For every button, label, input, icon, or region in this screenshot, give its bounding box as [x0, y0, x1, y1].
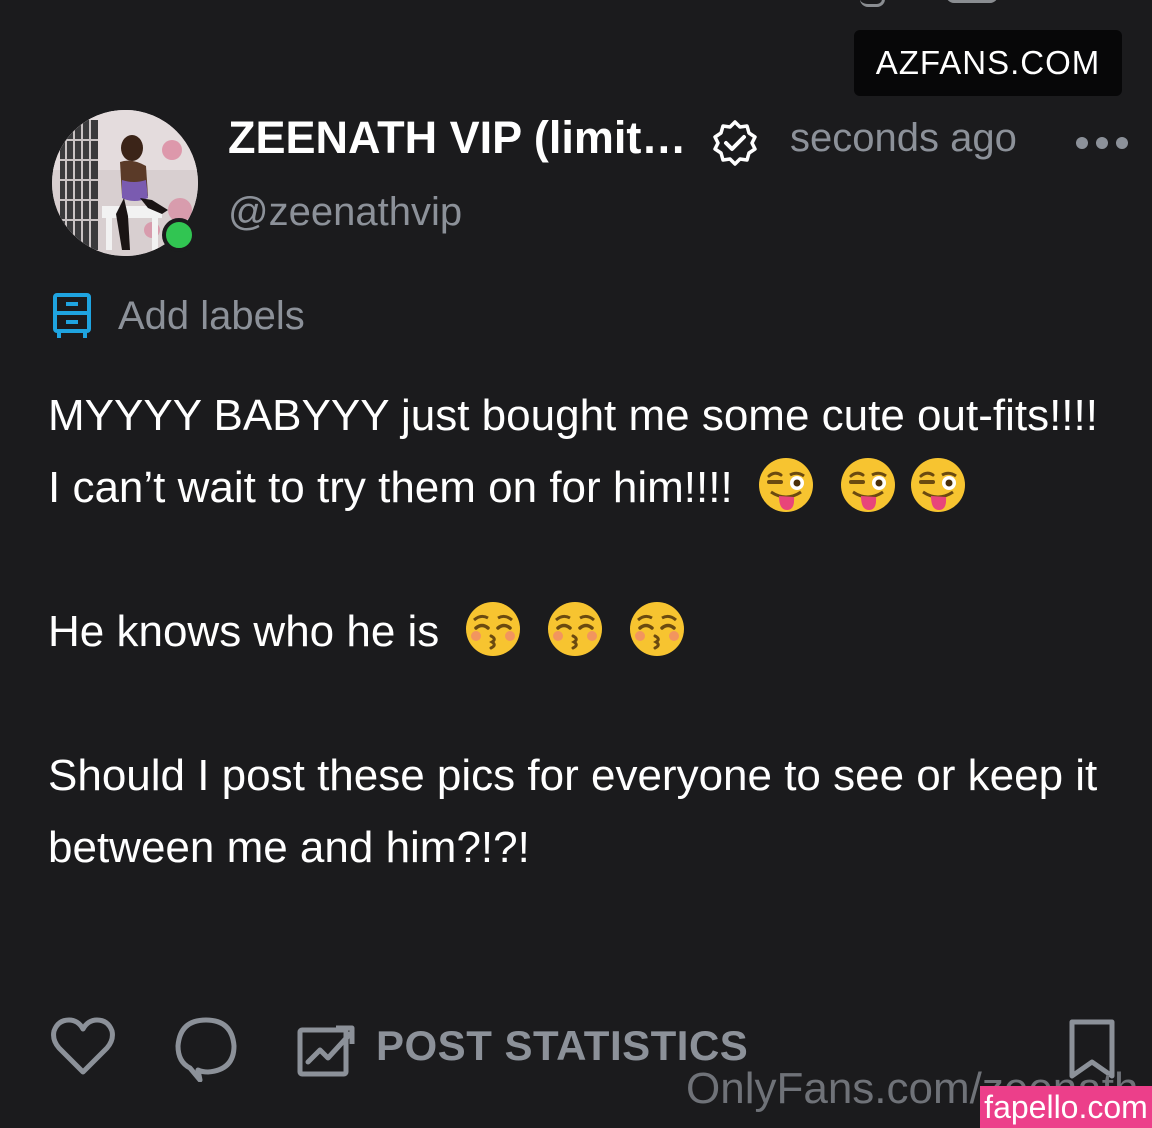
- post-body: MYYYY BABYYY just bought me some cute ou…: [48, 380, 1108, 956]
- post-paragraph-2: He knows who he is: [48, 596, 1108, 668]
- azfans-watermark: AZFANS.COM: [854, 30, 1122, 96]
- fapello-watermark: fapello.com: [980, 1086, 1152, 1128]
- winking-tongue-emoji: [839, 456, 897, 514]
- cropped-icon-left: [860, 0, 885, 7]
- add-labels-label: Add labels: [118, 293, 305, 338]
- cropped-toolbar-icons: [860, 0, 1000, 7]
- post-statistics-button[interactable]: POST STATISTICS: [376, 1022, 748, 1070]
- winking-tongue-emoji: [757, 456, 815, 514]
- online-status-dot: [162, 218, 196, 252]
- add-labels-button[interactable]: Add labels: [52, 292, 305, 340]
- chart-icon[interactable]: [296, 1020, 356, 1083]
- post-timestamp: seconds ago: [790, 116, 1017, 160]
- post-paragraph-2-text: He knows who he is: [48, 607, 440, 656]
- verified-badge-icon: [710, 118, 760, 168]
- display-name[interactable]: ZEENATH VIP (limit…: [228, 112, 686, 164]
- cropped-icon-right: [946, 0, 998, 3]
- avatar[interactable]: [52, 110, 198, 256]
- heart-icon[interactable]: [50, 1016, 116, 1083]
- kissing-closed-eyes-emoji: [628, 600, 686, 658]
- kissing-closed-eyes-emoji: [546, 600, 604, 658]
- winking-tongue-emoji: [909, 456, 967, 514]
- post-paragraph-3-text: Should I post these pics for everyone to…: [48, 751, 1098, 872]
- more-options-icon[interactable]: [1074, 128, 1130, 158]
- kissing-closed-eyes-emoji: [464, 600, 522, 658]
- labels-icon: [52, 292, 92, 340]
- comment-icon[interactable]: [174, 1016, 238, 1087]
- user-handle[interactable]: @zeenathvip: [228, 190, 462, 235]
- post-paragraph-1: MYYYY BABYYY just bought me some cute ou…: [48, 380, 1108, 524]
- post-paragraph-3: Should I post these pics for everyone to…: [48, 740, 1108, 884]
